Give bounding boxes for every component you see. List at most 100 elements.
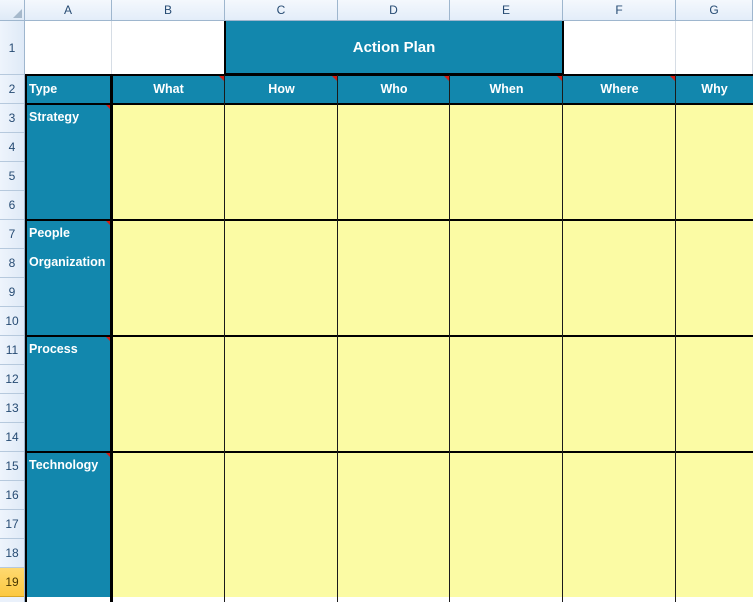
data-cell-text — [563, 220, 676, 227]
data-cell-where-group2[interactable] — [563, 336, 676, 452]
data-cell-text — [225, 452, 338, 459]
data-cell-what-group2[interactable] — [112, 336, 225, 452]
row-header-5[interactable]: 5 — [0, 162, 24, 191]
group-label-cell-0[interactable]: Strategy — [25, 104, 112, 220]
data-cell-why-group2[interactable] — [676, 336, 753, 452]
row-header-17[interactable]: 17 — [0, 510, 24, 539]
data-cell-text — [676, 336, 753, 343]
group-label-cell-3[interactable]: Technology — [25, 452, 112, 597]
data-cell-text — [563, 452, 676, 459]
row-header-11[interactable]: 11 — [0, 336, 24, 365]
cell-g1[interactable] — [676, 21, 753, 75]
grid-border-vertical — [224, 75, 225, 602]
data-cell-where-group0[interactable] — [563, 104, 676, 220]
data-cell-text — [450, 336, 563, 343]
data-cell-when-group3[interactable] — [450, 452, 563, 597]
row-header-14[interactable]: 14 — [0, 423, 24, 452]
group-label-cell-2[interactable]: Process — [25, 336, 112, 452]
data-cell-when-group1[interactable] — [450, 220, 563, 336]
data-cell-who-group3[interactable] — [338, 452, 450, 597]
row-header-3[interactable]: 3 — [0, 104, 24, 133]
select-all-corner[interactable] — [0, 0, 25, 21]
data-cell-text — [112, 336, 225, 343]
data-cell-text — [676, 452, 753, 459]
column-label-why[interactable]: Why — [676, 75, 753, 104]
cell-grid: Action Plan Type What How Who When Where Why Str… — [25, 21, 753, 602]
column-header-g[interactable]: G — [676, 0, 753, 20]
data-cell-text — [225, 336, 338, 343]
data-cell-how-group3[interactable] — [225, 452, 338, 597]
group-label-text: Process — [29, 342, 78, 356]
select-all-triangle-icon — [13, 9, 22, 18]
column-header-b[interactable]: B — [112, 0, 225, 20]
column-label-text: What — [153, 81, 184, 96]
data-cell-text — [563, 104, 676, 111]
row-header-13[interactable]: 13 — [0, 394, 24, 423]
grid-border-vertical — [675, 75, 676, 602]
cell-a1[interactable] — [25, 21, 112, 75]
title-banner-text: Action Plan — [352, 38, 436, 56]
grid-border-vertical — [25, 75, 27, 602]
data-cell-when-group2[interactable] — [450, 336, 563, 452]
group-label-text: People — [29, 226, 70, 240]
data-cell-who-group2[interactable] — [338, 336, 450, 452]
column-header-e[interactable]: E — [450, 0, 563, 20]
row-header-4[interactable]: 4 — [0, 133, 24, 162]
data-cell-text — [112, 104, 225, 111]
data-cell-why-group0[interactable] — [676, 104, 753, 220]
column-label-what[interactable]: What — [112, 75, 225, 104]
column-label-text: Why — [701, 81, 728, 96]
data-cell-what-group0[interactable] — [112, 104, 225, 220]
row-header-9[interactable]: 9 — [0, 278, 24, 307]
data-cell-why-group1[interactable] — [676, 220, 753, 336]
data-cell-where-group3[interactable] — [563, 452, 676, 597]
row-header-19[interactable]: 19 — [0, 568, 24, 597]
column-label-type[interactable]: Type — [25, 75, 112, 104]
data-cell-what-group1[interactable] — [112, 220, 225, 336]
data-cell-who-group0[interactable] — [338, 104, 450, 220]
data-cell-text — [338, 104, 450, 111]
column-label-how[interactable]: How — [225, 75, 338, 104]
column-header-a[interactable]: A — [25, 0, 112, 20]
grid-border-horizontal — [25, 103, 753, 105]
data-cell-how-group0[interactable] — [225, 104, 338, 220]
row-header-16[interactable]: 16 — [0, 481, 24, 510]
group-label-cell-1[interactable]: People Organization — [25, 220, 112, 336]
column-label-text: Where — [600, 81, 639, 96]
data-cell-where-group1[interactable] — [563, 220, 676, 336]
data-cell-text — [676, 220, 753, 227]
grid-border-vertical — [110, 75, 112, 602]
group-label-text: Strategy — [29, 110, 80, 124]
data-cell-who-group1[interactable] — [338, 220, 450, 336]
grid-border-vertical — [562, 75, 563, 602]
cell-f1[interactable] — [563, 21, 676, 75]
data-cell-how-group2[interactable] — [225, 336, 338, 452]
row-header-2[interactable]: 2 — [0, 75, 24, 104]
column-header-d[interactable]: D — [338, 0, 450, 20]
row-header-6[interactable]: 6 — [0, 191, 24, 220]
row-header-10[interactable]: 10 — [0, 307, 24, 336]
column-label-text: Type — [29, 81, 58, 96]
row-header-7[interactable]: 7 — [0, 220, 24, 249]
column-label-when[interactable]: When — [450, 75, 563, 104]
data-cell-how-group1[interactable] — [225, 220, 338, 336]
row-header-18[interactable]: 18 — [0, 539, 24, 568]
column-label-where[interactable]: Where — [563, 75, 676, 104]
data-cell-text — [112, 452, 225, 459]
column-label-who[interactable]: Who — [338, 75, 450, 104]
row-header-strip: 1 2 3 4 5 6 7 8 9 10 11 12 13 14 15 16 17 18 19 — [0, 21, 25, 602]
column-header-c[interactable]: C — [225, 0, 338, 20]
cell-b1[interactable] — [112, 21, 225, 75]
group-label-text: Organization — [29, 255, 106, 269]
row-header-15[interactable]: 15 — [0, 452, 24, 481]
data-cell-what-group3[interactable] — [112, 452, 225, 597]
column-header-f[interactable]: F — [563, 0, 676, 20]
row-header-12[interactable]: 12 — [0, 365, 24, 394]
title-banner-cell[interactable]: Action Plan — [225, 21, 563, 75]
row-header-8[interactable]: 8 — [0, 249, 24, 278]
data-cell-text — [450, 452, 563, 459]
row-header-1[interactable]: 1 — [0, 21, 24, 75]
data-cell-text — [225, 104, 338, 111]
data-cell-why-group3[interactable] — [676, 452, 753, 597]
data-cell-when-group0[interactable] — [450, 104, 563, 220]
